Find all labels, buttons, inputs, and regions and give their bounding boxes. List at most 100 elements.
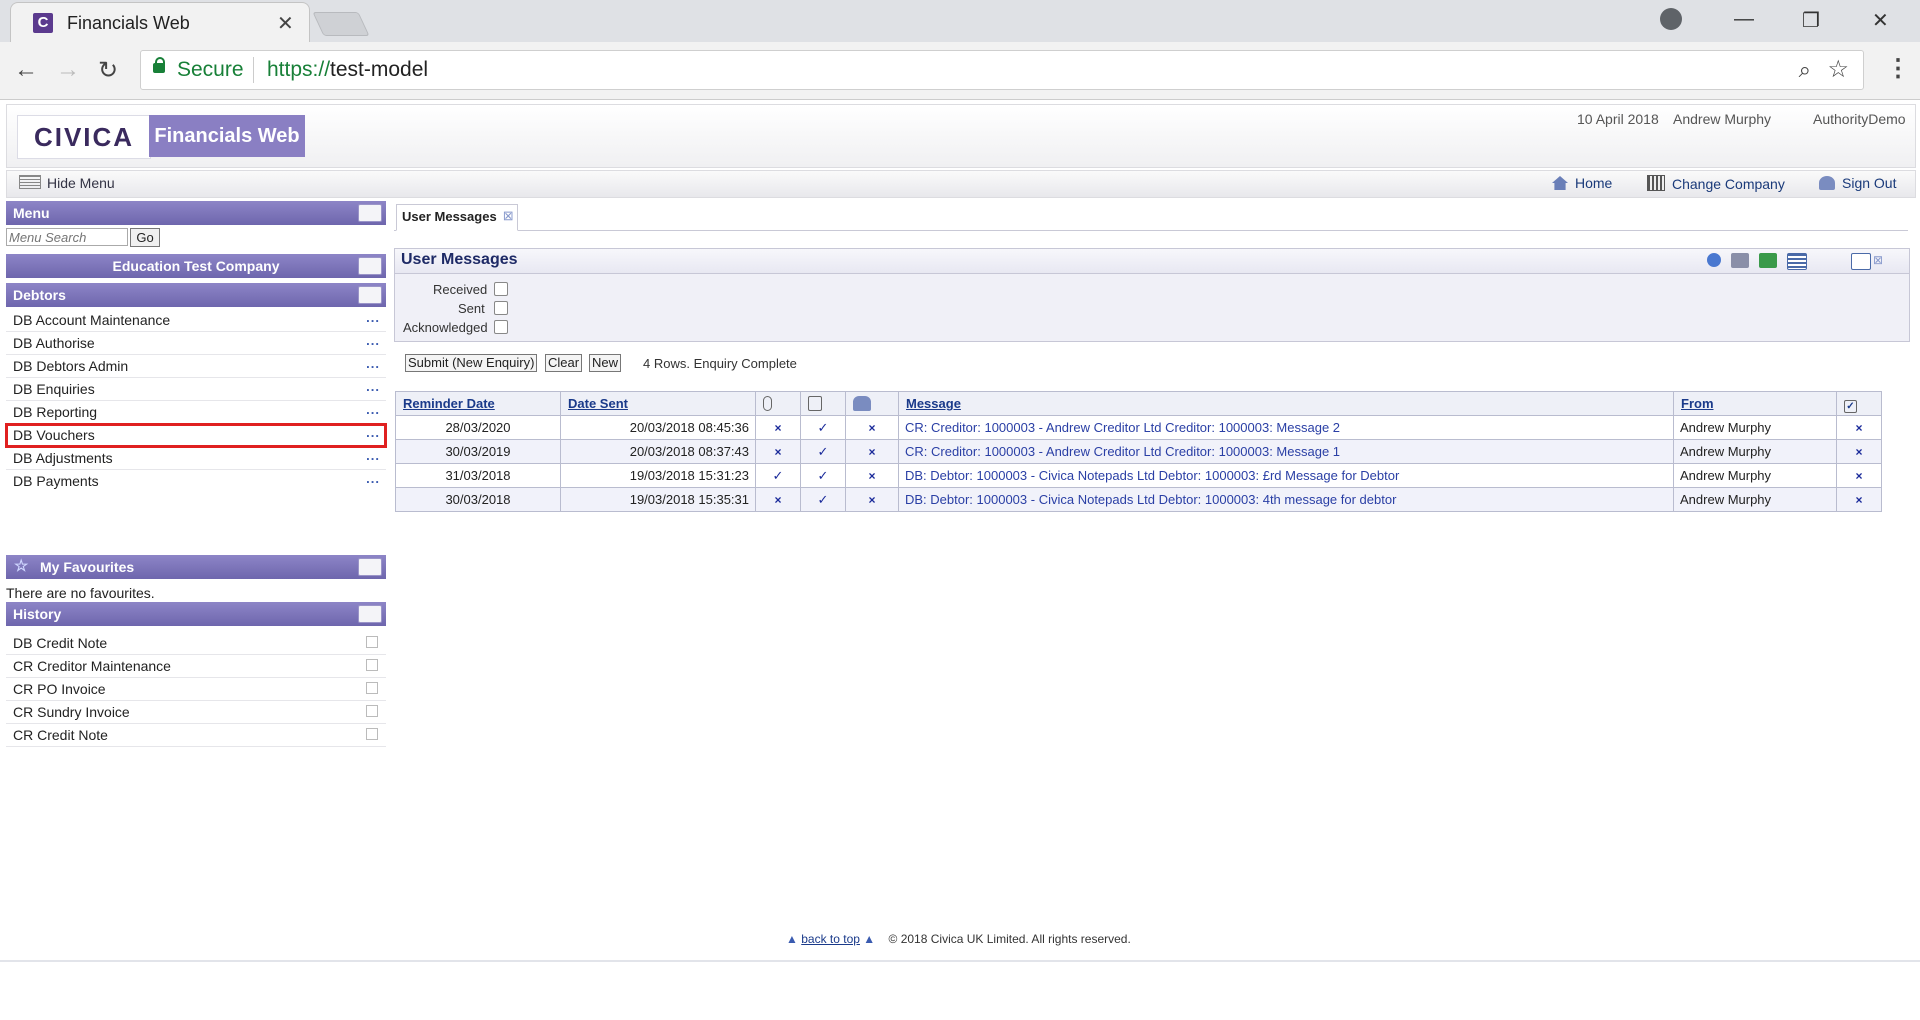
col-reminder-date[interactable]: Reminder Date <box>395 391 561 416</box>
menu-item-db-adjustments[interactable]: DB Adjustments... <box>6 447 386 470</box>
received-checkbox[interactable] <box>494 282 508 296</box>
up-arrow-icon: ▲ <box>863 932 876 946</box>
home-icon <box>1552 176 1568 190</box>
more-options-icon[interactable]: ... <box>366 352 380 375</box>
menu-item-db-debtors-admin[interactable]: DB Debtors Admin... <box>6 355 386 378</box>
zoom-icon[interactable]: ⌕ <box>1799 57 1811 83</box>
open-external-icon[interactable] <box>366 682 378 694</box>
col-group[interactable] <box>845 391 899 416</box>
new-button[interactable]: New <box>589 354 622 372</box>
more-options-icon[interactable]: ... <box>366 421 380 444</box>
menu-item-db-reporting[interactable]: DB Reporting... <box>6 401 386 424</box>
more-options-icon[interactable]: ... <box>366 329 380 352</box>
sign-out-label: Sign Out <box>1842 175 1897 191</box>
close-window-icon[interactable]: ✕ <box>1872 8 1889 33</box>
address-bar[interactable]: Secure https://test-model ⌕ ☆ <box>140 50 1864 90</box>
history-item-cr-creditor-maintenance[interactable]: CR Creditor Maintenance <box>6 655 386 678</box>
message-link[interactable]: DB: Debtor: 1000003 - Civica Notepads Lt… <box>898 487 1674 512</box>
favourites-panel-toggle-icon[interactable] <box>358 558 382 576</box>
forward-icon[interactable]: → <box>56 56 80 84</box>
help-icon[interactable] <box>1707 253 1721 267</box>
col-note[interactable] <box>800 391 846 416</box>
tab-user-messages[interactable]: User Messages ⊠ <box>396 204 518 231</box>
acknowledged-checkbox[interactable] <box>494 320 508 334</box>
history-item-cr-credit-note[interactable]: CR Credit Note <box>6 724 386 747</box>
clear-button[interactable]: Clear <box>545 354 583 372</box>
submit-new-enquiry-button[interactable]: Submit (New Enquiry) <box>405 354 538 372</box>
menu-panel-toggle-icon[interactable] <box>358 204 382 222</box>
menu-item-db-account-maintenance[interactable]: DB Account Maintenance... <box>6 309 386 332</box>
acknowledge-cell[interactable]: × <box>1836 487 1882 512</box>
company-panel-toggle-icon[interactable] <box>358 257 382 275</box>
menu-search-input[interactable] <box>6 228 128 246</box>
new-tab-button[interactable] <box>312 12 370 36</box>
col-message[interactable]: Message <box>898 391 1674 416</box>
col-from[interactable]: From <box>1673 391 1837 416</box>
acknowledged-label: Acknowledged <box>403 320 488 335</box>
sign-out-link[interactable]: Sign Out <box>1819 175 1896 191</box>
back-to-top-link[interactable]: back to top <box>801 932 860 946</box>
history-item-db-credit-note[interactable]: DB Credit Note <box>6 632 386 655</box>
browser-menu-icon[interactable]: ⋮ <box>1886 54 1910 83</box>
col-acknowledged[interactable]: ✓ <box>1836 391 1882 416</box>
message-link[interactable]: CR: Creditor: 1000003 - Andrew Creditor … <box>898 439 1674 464</box>
debtors-section-title: Debtors <box>13 287 66 303</box>
table-row[interactable]: 28/03/2020 20/03/2018 08:45:36 × ✓ × CR:… <box>395 415 1882 440</box>
minimize-icon[interactable]: — <box>1734 8 1754 31</box>
column-settings-icon[interactable] <box>1787 253 1807 270</box>
note-icon <box>808 395 822 411</box>
menu-search-go-button[interactable]: Go <box>130 228 160 247</box>
more-options-icon[interactable]: ... <box>366 375 380 398</box>
table-row[interactable]: 31/03/2018 19/03/2018 15:31:23 ✓ ✓ × DB:… <box>395 463 1882 488</box>
more-options-icon[interactable]: ... <box>366 467 380 490</box>
open-external-icon[interactable] <box>366 705 378 717</box>
profile-icon[interactable] <box>1660 8 1682 30</box>
from-cell: Andrew Murphy <box>1673 487 1837 512</box>
acknowledge-cell[interactable]: × <box>1836 439 1882 464</box>
tab-user-messages-label: User Messages <box>402 209 497 224</box>
close-tab-icon[interactable]: ⊠ <box>503 204 514 228</box>
url-text: https://test-model <box>267 58 428 82</box>
home-link[interactable]: Home <box>1552 175 1612 191</box>
more-options-icon[interactable]: ... <box>366 398 380 421</box>
col-attachment[interactable] <box>755 391 801 416</box>
hide-menu-button[interactable]: Hide Menu <box>19 175 115 191</box>
maximize-panel-icon[interactable] <box>1851 253 1871 270</box>
group-cell: × <box>845 487 899 512</box>
change-company-link[interactable]: Change Company <box>1647 175 1785 192</box>
paperclip-icon <box>763 395 772 411</box>
bookmark-star-icon[interactable]: ☆ <box>1827 55 1849 84</box>
history-panel-toggle-icon[interactable] <box>358 605 382 623</box>
open-external-icon[interactable] <box>366 659 378 671</box>
col-date-sent[interactable]: Date Sent <box>560 391 756 416</box>
history-item-cr-po-invoice[interactable]: CR PO Invoice <box>6 678 386 701</box>
more-options-icon[interactable]: ... <box>366 444 380 467</box>
acknowledge-cell[interactable]: × <box>1836 463 1882 488</box>
acknowledge-cell[interactable]: × <box>1836 415 1882 440</box>
header-user: Andrew Murphy <box>1673 111 1772 127</box>
menu-item-db-vouchers[interactable]: DB Vouchers... <box>5 421 387 448</box>
message-link[interactable]: CR: Creditor: 1000003 - Andrew Creditor … <box>898 415 1674 440</box>
browser-tab[interactable]: C Financials Web ✕ <box>10 2 310 43</box>
restore-icon[interactable]: ❐ <box>1802 8 1820 33</box>
close-tab-icon[interactable]: ✕ <box>277 11 294 36</box>
note-cell: ✓ <box>800 487 846 512</box>
history-item-cr-sundry-invoice[interactable]: CR Sundry Invoice <box>6 701 386 724</box>
open-external-icon[interactable] <box>366 728 378 740</box>
more-options-icon[interactable]: ... <box>366 306 380 329</box>
debtors-panel-toggle-icon[interactable] <box>358 286 382 304</box>
table-row[interactable]: 30/03/2018 19/03/2018 15:35:31 × ✓ × DB:… <box>395 487 1882 512</box>
sent-checkbox[interactable] <box>494 301 508 315</box>
print-icon[interactable] <box>1731 253 1749 268</box>
back-icon[interactable]: ← <box>14 56 38 84</box>
close-panel-icon[interactable]: ⊠ <box>1873 253 1891 268</box>
excel-export-icon[interactable] <box>1759 253 1777 268</box>
note-cell: ✓ <box>800 439 846 464</box>
menu-item-db-payments[interactable]: DB Payments... <box>6 470 386 493</box>
reload-icon[interactable]: ↻ <box>98 56 118 85</box>
table-row[interactable]: 30/03/2019 20/03/2018 08:37:43 × ✓ × CR:… <box>395 439 1882 464</box>
open-external-icon[interactable] <box>366 636 378 648</box>
message-link[interactable]: DB: Debtor: 1000003 - Civica Notepads Lt… <box>898 463 1674 488</box>
menu-item-db-enquiries[interactable]: DB Enquiries... <box>6 378 386 401</box>
menu-item-db-authorise[interactable]: DB Authorise... <box>6 332 386 355</box>
